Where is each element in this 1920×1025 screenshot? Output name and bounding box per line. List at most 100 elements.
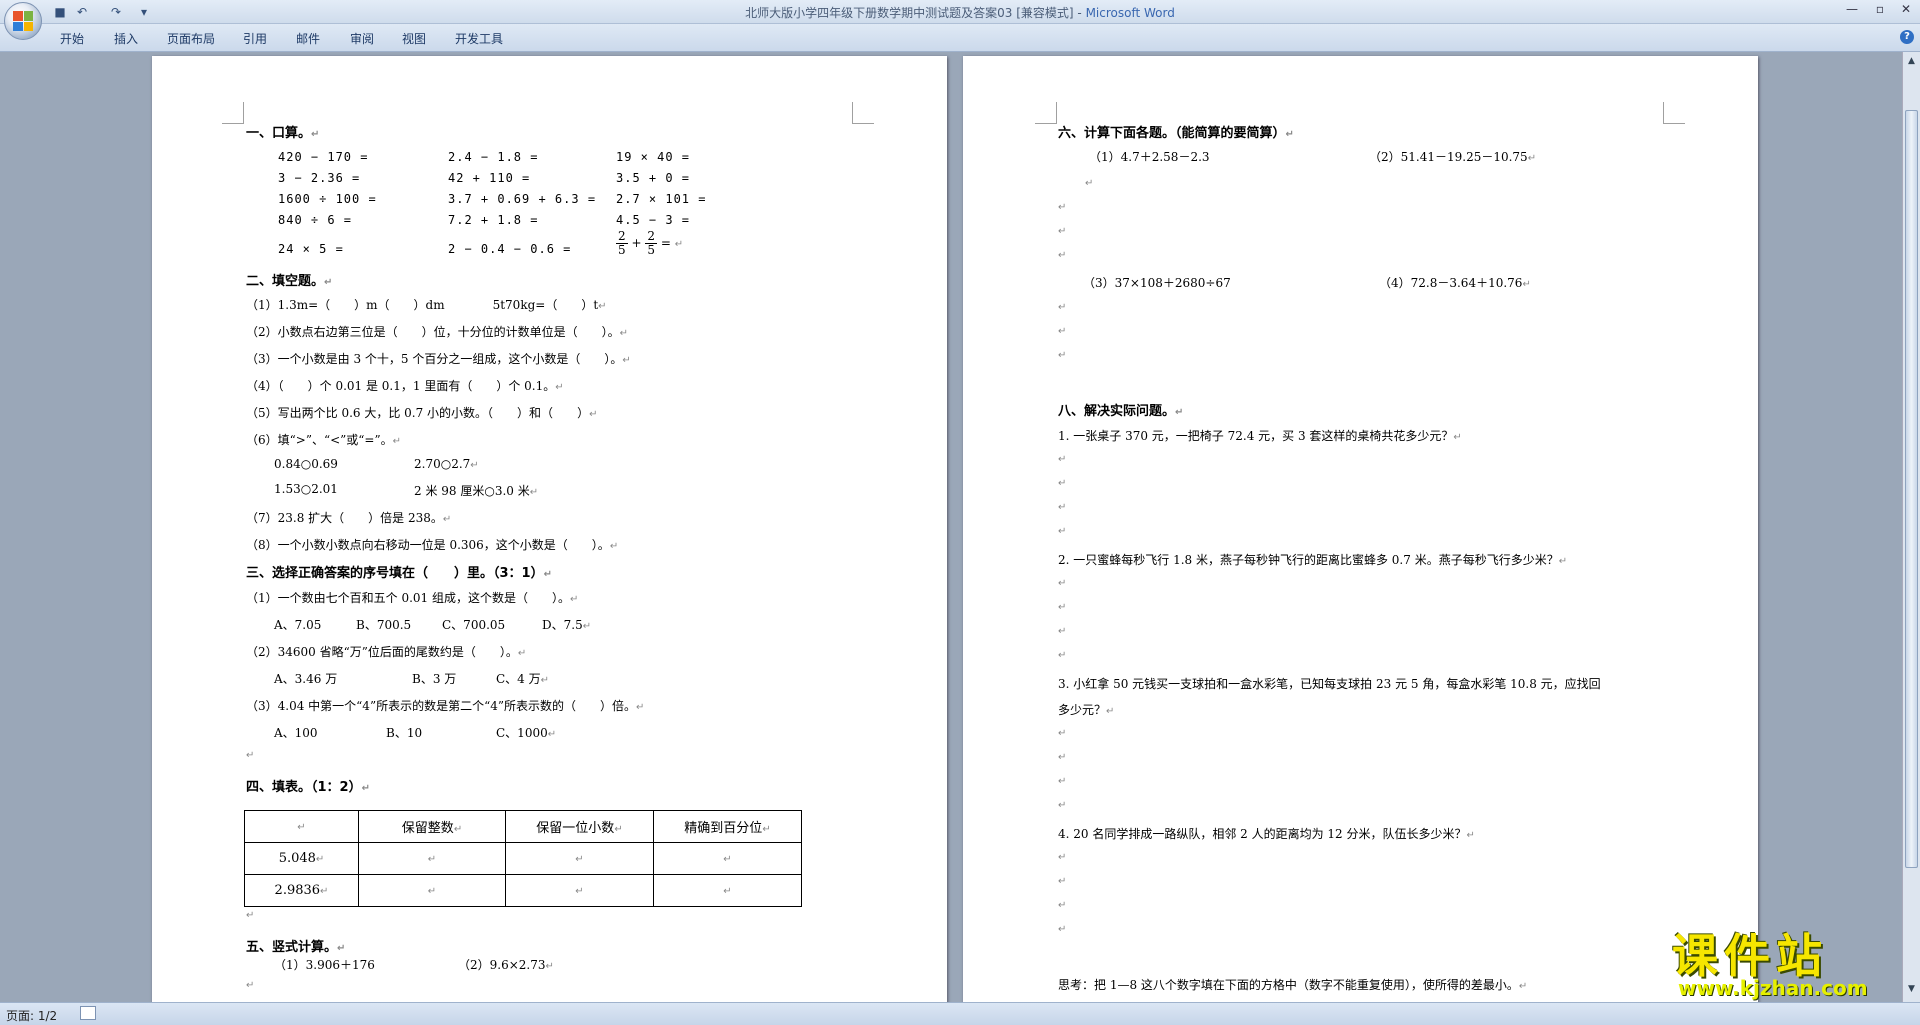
scroll-up-icon[interactable]: ▲: [1905, 54, 1918, 68]
fraction-sum-item: 25 + 25 = ↵: [616, 229, 684, 257]
table-cell[interactable]: 5.048↵: [244, 842, 359, 875]
scroll-down-icon[interactable]: ▼: [1905, 982, 1918, 996]
option: B、10: [386, 726, 423, 740]
document-workspace: 一、口算。↵ 420 − 170 = 2.4 − 1.8 = 19 × 40 =…: [0, 52, 1902, 1002]
tab-view[interactable]: 视图: [402, 30, 426, 47]
table-cell[interactable]: ↵: [358, 842, 506, 875]
paragraph-mark: ↵: [1058, 876, 1067, 887]
question-text: 3. 小红拿 50 元钱买一支球拍和一盒水彩笔，已知每支球拍 23 元 5 角，…: [1058, 677, 1601, 691]
maximize-icon[interactable]: ▫: [1870, 2, 1890, 16]
tab-references[interactable]: 引用: [243, 30, 267, 47]
paragraph-mark: ↵: [1058, 602, 1067, 613]
proofing-icon[interactable]: [80, 1006, 96, 1020]
oral-item: 24 × 5 =: [278, 242, 344, 256]
section-4-title: 四、填表。（1：2）↵: [246, 780, 370, 795]
scrollbar-thumb[interactable]: [1905, 110, 1918, 868]
paragraph-mark: ↵: [1058, 650, 1067, 661]
paragraph-mark: ↵: [1058, 900, 1067, 911]
table-cell[interactable]: ↵: [653, 874, 802, 907]
margin-corner-mark: [1035, 102, 1057, 124]
office-button[interactable]: [4, 2, 42, 40]
document-page-2[interactable]: 六、计算下面各题。（能简算的要简算）↵ （1）4.7＋2.58－2.3 （2）5…: [963, 56, 1758, 1002]
tab-home[interactable]: 开始: [60, 30, 84, 47]
question-text: （5）写出两个比 0.6 大，比 0.7 小的小数。（ ）和（ ）↵: [246, 406, 598, 420]
document-name: 北师大版小学四年级下册数学期中测试题及答案03 [兼容模式] -: [745, 6, 1086, 20]
paragraph-mark: ↵: [1058, 852, 1067, 863]
oral-item: 3.7 + 0.69 + 6.3 =: [448, 192, 597, 206]
watermark-url: www.kjzhan.com: [1678, 976, 1868, 1000]
section-5-title: 五、竖式计算。↵: [246, 940, 346, 955]
help-icon[interactable]: ?: [1900, 30, 1914, 44]
option: C、1000↵: [496, 726, 557, 740]
oral-item: 2.7 × 101 =: [616, 192, 707, 206]
option: A、100: [274, 726, 318, 740]
paragraph-mark: ↵: [1058, 226, 1067, 237]
paragraph-mark: ↵: [1058, 478, 1067, 489]
section-8-title: 八、解决实际问题。↵: [1058, 404, 1184, 419]
option: B、3 万: [412, 672, 457, 686]
rounding-table: ↵ 保留整数↵ 保留一位小数↵ 精确到百分位↵ 5.048↵ ↵ ↵ ↵ 2.9…: [244, 810, 802, 907]
paragraph-mark: ↵: [1058, 250, 1067, 261]
paragraph-mark: ↵: [1058, 924, 1067, 935]
paragraph-mark: ↵: [1058, 752, 1067, 763]
paragraph-mark: ↵: [1058, 626, 1067, 637]
oral-item: 3 − 2.36 =: [278, 171, 361, 185]
option: A、7.05: [274, 618, 322, 632]
document-page-1[interactable]: 一、口算。↵ 420 − 170 = 2.4 − 1.8 = 19 × 40 =…: [152, 56, 947, 1002]
minimize-icon[interactable]: —: [1842, 2, 1862, 16]
question-text: （1）一个数由七个百和五个 0.01 组成，这个数是（ ）。↵: [246, 591, 579, 605]
table-cell[interactable]: ↵: [653, 842, 802, 875]
paragraph-mark: ↵: [1058, 578, 1067, 589]
tab-review[interactable]: 审阅: [350, 30, 374, 47]
section-3-title: 三、选择正确答案的序号填在（ ）里。（3：1）↵: [246, 566, 552, 581]
question-text: （1）1.3m=（ ）m（ ）dm 5t70kg=（ ）t↵: [246, 298, 607, 312]
table-cell[interactable]: ↵: [358, 874, 506, 907]
paragraph-mark: ↵: [1058, 326, 1067, 337]
table-row: 5.048↵ ↵ ↵ ↵: [244, 842, 802, 875]
paragraph-mark: ↵: [1058, 202, 1067, 213]
tab-developer[interactable]: 开发工具: [455, 30, 503, 47]
table-cell[interactable]: 2.9836↵: [244, 874, 359, 907]
title-bar: ■ ↶ ↷ ▾ 北师大版小学四年级下册数学期中测试题及答案03 [兼容模式] -…: [0, 0, 1920, 40]
option: D、7.5↵: [542, 618, 592, 632]
question-text: （4）（ ）个 0.01 是 0.1，1 里面有（ ）个 0.1。↵: [246, 379, 564, 393]
vertical-scrollbar[interactable]: ▲ ▼: [1902, 52, 1920, 1002]
page-indicator[interactable]: 页面: 1/2: [6, 1007, 57, 1024]
status-bar: 页面: 1/2: [0, 1002, 1920, 1025]
compare-item: 2 米 98 厘米○3.0 米↵: [414, 484, 539, 498]
margin-corner-mark: [1663, 102, 1685, 124]
question-text: 多少元？↵: [1058, 703, 1115, 717]
question-text: （4）72.8－3.64＋10.76↵: [1379, 276, 1531, 290]
question-text: （2）小数点右边第三位是（ ）位，十分位的计数单位是（ ）。↵: [246, 325, 629, 339]
tab-mailings[interactable]: 邮件: [296, 30, 320, 47]
margin-corner-mark: [222, 102, 244, 124]
tab-insert[interactable]: 插入: [114, 30, 138, 47]
compare-item: 1.53○2.01: [274, 482, 338, 496]
watermark-logo: 课件站 www.kjzhan.com: [1672, 920, 1904, 1002]
question-text: （8）一个小数小数点向右移动一位是 0.306，这个小数是（ ）。↵: [246, 538, 619, 552]
section-2-title: 二、填空题。↵: [246, 274, 333, 289]
oral-item: 2 − 0.4 − 0.6 =: [448, 242, 572, 256]
question-text: 1. 一张桌子 370 元，一把椅子 72.4 元，买 3 套这样的桌椅共花多少…: [1058, 429, 1462, 443]
oral-item: 4.5 − 3 =: [616, 213, 691, 227]
table-header[interactable]: 保留整数↵: [358, 810, 506, 843]
table-cell[interactable]: ↵: [244, 810, 359, 843]
office-logo-icon: [13, 11, 33, 31]
paragraph-mark: ↵: [1058, 800, 1067, 811]
tab-page-layout[interactable]: 页面布局: [167, 30, 215, 47]
paragraph-mark: ↵: [1058, 526, 1067, 537]
fraction: 25: [645, 229, 657, 257]
paragraph-mark: ↵: [246, 750, 255, 761]
close-icon[interactable]: ✕: [1896, 2, 1916, 16]
ribbon-tabs: 开始 插入 页面布局 引用 邮件 审阅 视图 开发工具 ?: [0, 24, 1920, 52]
table-header[interactable]: 保留一位小数↵: [505, 810, 654, 843]
table-cell[interactable]: ↵: [505, 842, 654, 875]
oral-item: 3.5 + 0 =: [616, 171, 691, 185]
question-text: 思考：把 1—8 这八个数字填在下面的方格中（数字不能重复使用），使所得的差最小…: [1058, 978, 1528, 992]
paragraph-mark: ↵: [1058, 350, 1067, 361]
question-text: （2）9.6×2.73↵: [458, 958, 554, 972]
oral-item: 1600 ÷ 100 =: [278, 192, 377, 206]
table-header[interactable]: 精确到百分位↵: [653, 810, 802, 843]
table-cell[interactable]: ↵: [505, 874, 654, 907]
paragraph-mark: ↵: [1058, 776, 1067, 787]
